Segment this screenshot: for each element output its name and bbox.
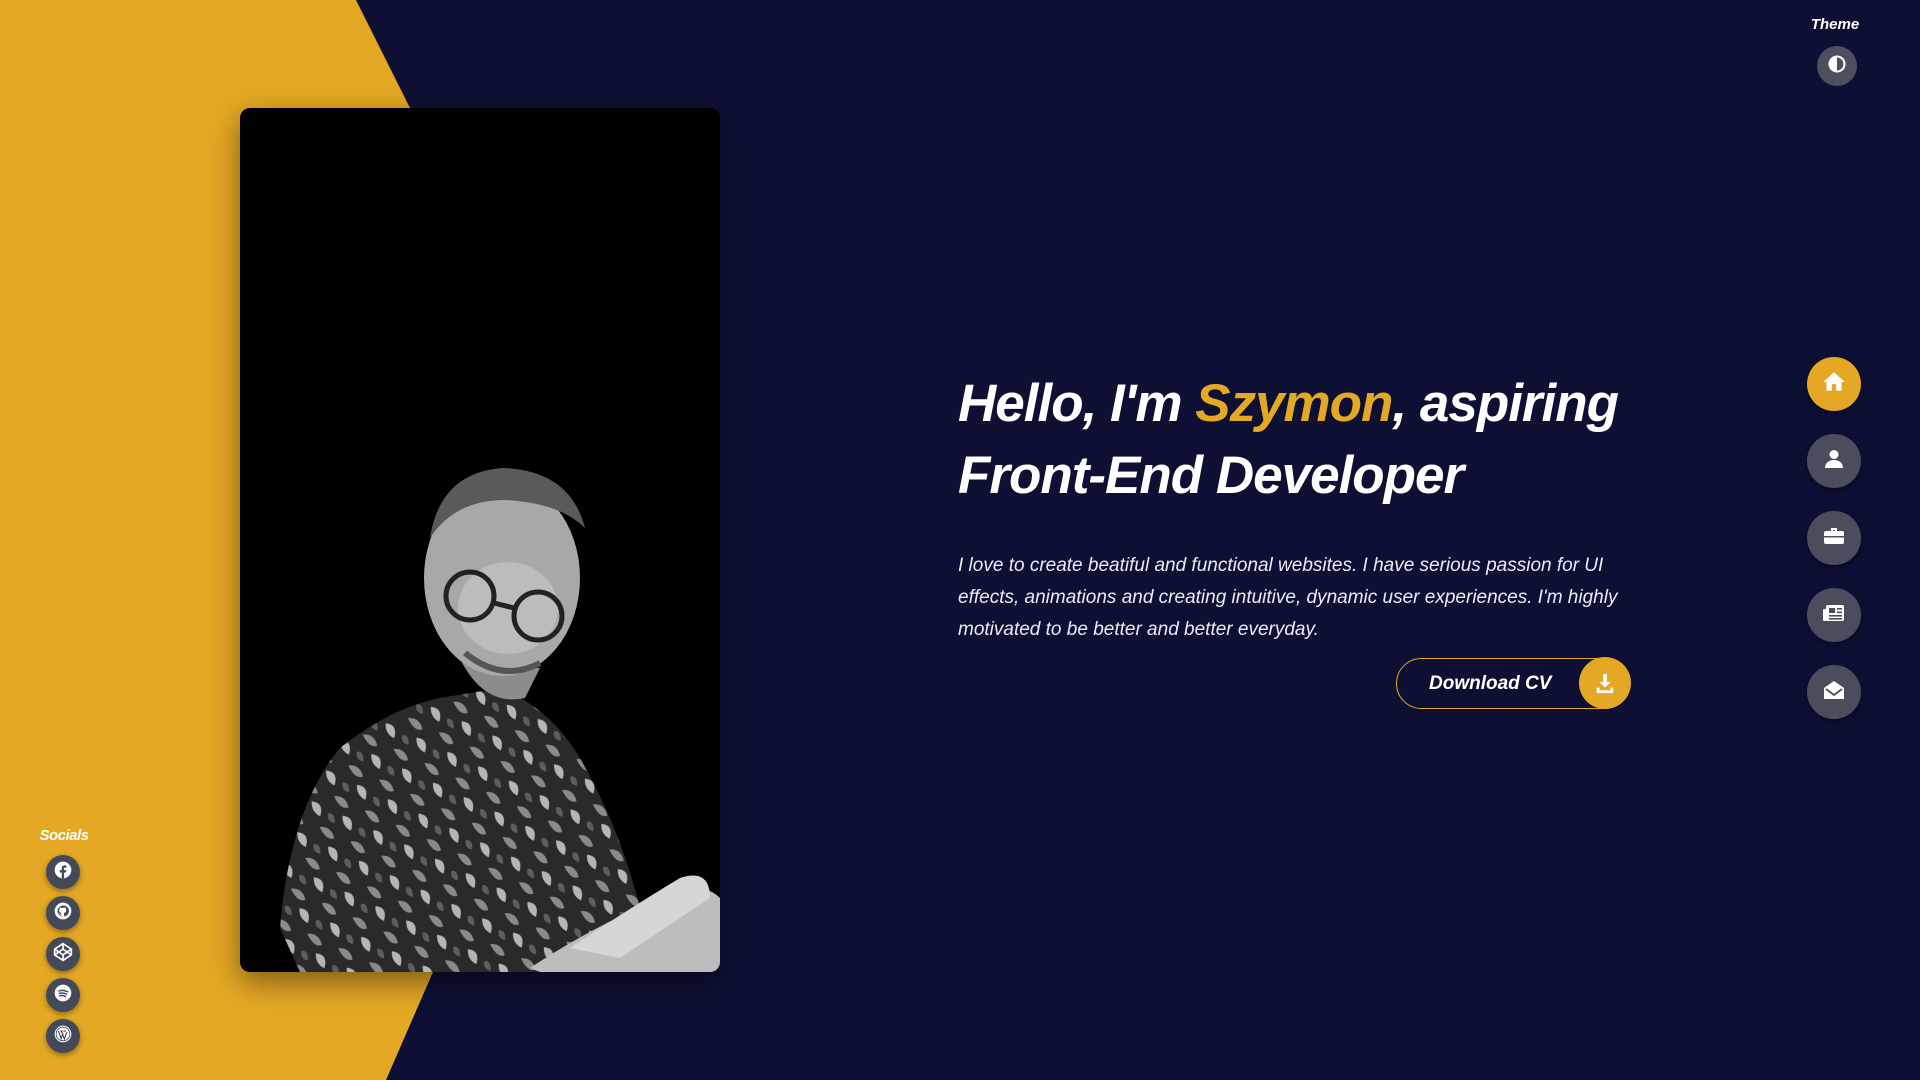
hero-title-suffix: , aspiring — [1392, 374, 1619, 433]
hero-title-prefix: Hello, I'm — [958, 374, 1196, 433]
codepen-link[interactable] — [46, 937, 80, 971]
socials-list — [46, 855, 80, 1060]
nav-about-button[interactable] — [1807, 434, 1861, 488]
nav-home-button[interactable] — [1807, 357, 1861, 411]
theme-toggle-button[interactable] — [1817, 46, 1857, 86]
nav-contact-button[interactable] — [1807, 665, 1861, 719]
github-link[interactable] — [46, 896, 80, 930]
briefcase-icon — [1822, 524, 1846, 553]
codepen-icon — [53, 942, 73, 967]
wordpress-link[interactable] — [46, 1019, 80, 1053]
download-cv-label: Download CV — [1429, 672, 1552, 694]
github-icon — [53, 901, 73, 926]
side-navigation — [1807, 357, 1861, 742]
profile-photo — [240, 108, 720, 972]
hero-name: Szymon — [1195, 374, 1393, 433]
hero-description: I love to create beatiful and functional… — [958, 555, 1618, 640]
download-cv-button[interactable]: Download CV — [1396, 657, 1631, 709]
home-icon — [1821, 369, 1847, 400]
download-icon — [1579, 657, 1631, 709]
theme-label: Theme — [1810, 16, 1860, 33]
contrast-icon — [1827, 54, 1847, 79]
hero-title-role: Front-End Developer — [958, 446, 1464, 505]
newspaper-icon — [1822, 601, 1846, 630]
socials-label: Socials — [39, 827, 89, 844]
user-icon — [1822, 447, 1846, 476]
nav-blog-button[interactable] — [1807, 588, 1861, 642]
wordpress-icon — [53, 1024, 73, 1049]
hero-section: Hello, I'm Szymon, aspiring Front-End Dev… — [958, 368, 1638, 646]
facebook-link[interactable] — [46, 855, 80, 889]
spotify-icon — [53, 983, 73, 1008]
facebook-icon — [53, 860, 73, 885]
spotify-link[interactable] — [46, 978, 80, 1012]
nav-portfolio-button[interactable] — [1807, 511, 1861, 565]
hero-heading: Hello, I'm Szymon, aspiring Front-End Dev… — [958, 368, 1638, 512]
envelope-open-icon — [1822, 678, 1846, 707]
